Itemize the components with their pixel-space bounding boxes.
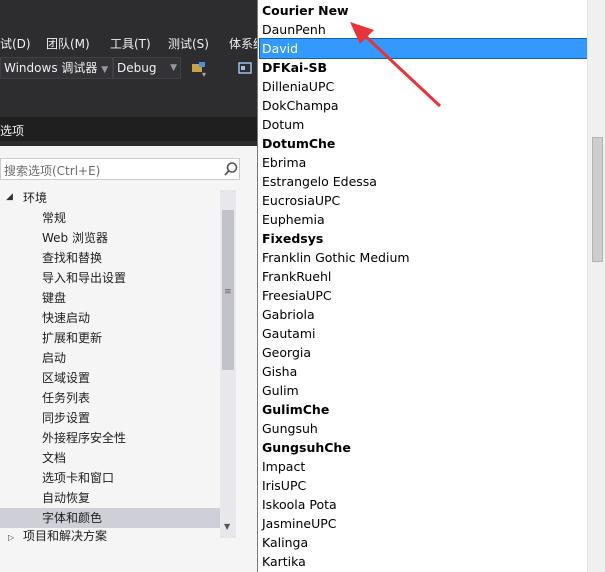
debugger-target-value: Windows 调试器 (4, 61, 98, 75)
menu-tools[interactable]: 工具(T) (110, 35, 151, 52)
font-list-item[interactable]: DokChampa (260, 96, 587, 115)
options-dialog-title: 选项 (0, 124, 25, 138)
tree-scrollbar[interactable]: ≡ ▼ (220, 190, 236, 538)
font-list-item[interactable]: Kalinga (260, 533, 587, 552)
font-list-item[interactable]: Gisha (260, 362, 587, 381)
configuration-dropdown[interactable]: Debug ▼ (113, 57, 181, 79)
font-list-item[interactable]: GungsuhChe (260, 438, 587, 457)
tree-item-import-export[interactable]: 导入和导出设置 (42, 268, 126, 288)
font-list-item[interactable]: Franklin Gothic Medium (260, 248, 587, 267)
font-list-item[interactable]: Estrangelo Edessa (260, 172, 587, 191)
font-list-item[interactable]: Gulim (260, 381, 587, 400)
tree-item-web-browser[interactable]: Web 浏览器 (42, 228, 108, 248)
font-list-item[interactable]: IrisUPC (260, 476, 587, 495)
tree-item-addin-security[interactable]: 外接程序安全性 (42, 428, 126, 448)
font-list-item[interactable]: DFKai-SB (260, 58, 587, 77)
font-list-item[interactable]: FreesiaUPC (260, 286, 587, 305)
menu-test[interactable]: 测试(S) (168, 35, 209, 52)
tree-item-extensions[interactable]: 扩展和更新 (42, 328, 102, 348)
collapse-triangle-icon[interactable]: ▷ (8, 533, 14, 542)
font-list-item[interactable]: Ebrima (260, 153, 587, 172)
tree-item-locale[interactable]: 区域设置 (42, 368, 90, 388)
toolbar-icon[interactable] (236, 60, 254, 76)
menu-debug[interactable]: 试(D) (0, 35, 31, 52)
tree-item-environment[interactable]: 环境 (23, 188, 47, 208)
options-dialog-title-bar: 选项 (0, 112, 258, 146)
svg-text:▾: ▾ (202, 70, 206, 78)
font-list-item[interactable]: DaunPenh (260, 20, 587, 39)
tree-item-projects-solutions[interactable]: 项目和解决方案 (23, 526, 107, 546)
tree-item-sync-settings[interactable]: 同步设置 (42, 408, 90, 428)
font-list-item[interactable]: EucrosiaUPC (260, 191, 587, 210)
font-dropdown-list[interactable]: Courier New DaunPenh David DFKai-SB Dillenia… (257, 0, 605, 572)
font-list-item[interactable]: Gungsuh (260, 419, 587, 438)
menu-team[interactable]: 团队(M) (46, 35, 90, 52)
font-list-item[interactable]: David (259, 38, 588, 59)
menu-bar: 试(D) 团队(M) 工具(T) 测试(S) 体系结 Windows 调试器 ▼… (0, 0, 265, 112)
font-list-item[interactable]: Kartika (260, 552, 587, 571)
tree-item-documents[interactable]: 文档 (42, 448, 66, 468)
font-list-item[interactable]: Gautami (260, 324, 587, 343)
tree-item-startup[interactable]: 启动 (42, 348, 66, 368)
search-input[interactable]: 搜索选项(Ctrl+E) (4, 162, 100, 179)
font-list-item[interactable]: FrankRuehl (260, 267, 587, 286)
tree-item-keyboard[interactable]: 键盘 (42, 288, 66, 308)
search-icon[interactable] (223, 161, 239, 177)
tree-item-quick-launch[interactable]: 快速启动 (42, 308, 90, 328)
tree-item-tabs-windows[interactable]: 选项卡和窗口 (42, 468, 114, 488)
chevron-down-icon: ▼ (101, 65, 109, 75)
font-list-item[interactable]: Fixedsys (260, 229, 587, 248)
font-list-item[interactable]: Dotum (260, 115, 587, 134)
font-list-item[interactable]: Iskoola Pota (260, 495, 587, 514)
configuration-value: Debug (117, 61, 157, 75)
options-tree: ◢ 环境 常规 Web 浏览器 查找和替换 导入和导出设置 键盘 快速启动 扩展… (0, 188, 220, 543)
font-list-item[interactable]: JasmineUPC (260, 514, 587, 533)
font-list-scroll-thumb[interactable] (592, 137, 603, 262)
font-list-item[interactable]: DilleniaUPC (260, 77, 587, 96)
grip-icon: ≡ (224, 287, 232, 297)
expand-triangle-icon[interactable]: ◢ (6, 192, 13, 202)
font-list-scrollbar[interactable] (587, 0, 605, 572)
tree-item-general[interactable]: 常规 (42, 208, 66, 228)
attach-process-icon[interactable]: ▾ (190, 60, 210, 78)
font-list-item[interactable]: DotumChe (260, 134, 587, 153)
chevron-down-icon: ▼ (170, 63, 177, 73)
font-list-item[interactable]: Georgia (260, 343, 587, 362)
font-list-item[interactable]: Impact (260, 457, 587, 476)
tree-item-task-list[interactable]: 任务列表 (42, 388, 90, 408)
font-list-item[interactable]: Courier New (260, 1, 587, 20)
debugger-target-dropdown[interactable]: Windows 调试器 ▼ (0, 57, 113, 79)
tree-item-find-replace[interactable]: 查找和替换 (42, 248, 102, 268)
scroll-down-icon[interactable]: ▼ (224, 522, 230, 531)
tree-item-fonts-colors[interactable]: 字体和颜色 (0, 508, 220, 528)
font-list-item[interactable]: Gabriola (260, 305, 587, 324)
search-box[interactable]: 搜索选项(Ctrl+E) (0, 158, 240, 180)
tree-item-autorecover[interactable]: 自动恢复 (42, 488, 90, 508)
font-list-item[interactable]: GulimChe (260, 400, 587, 419)
font-list-item[interactable]: Euphemia (260, 210, 587, 229)
